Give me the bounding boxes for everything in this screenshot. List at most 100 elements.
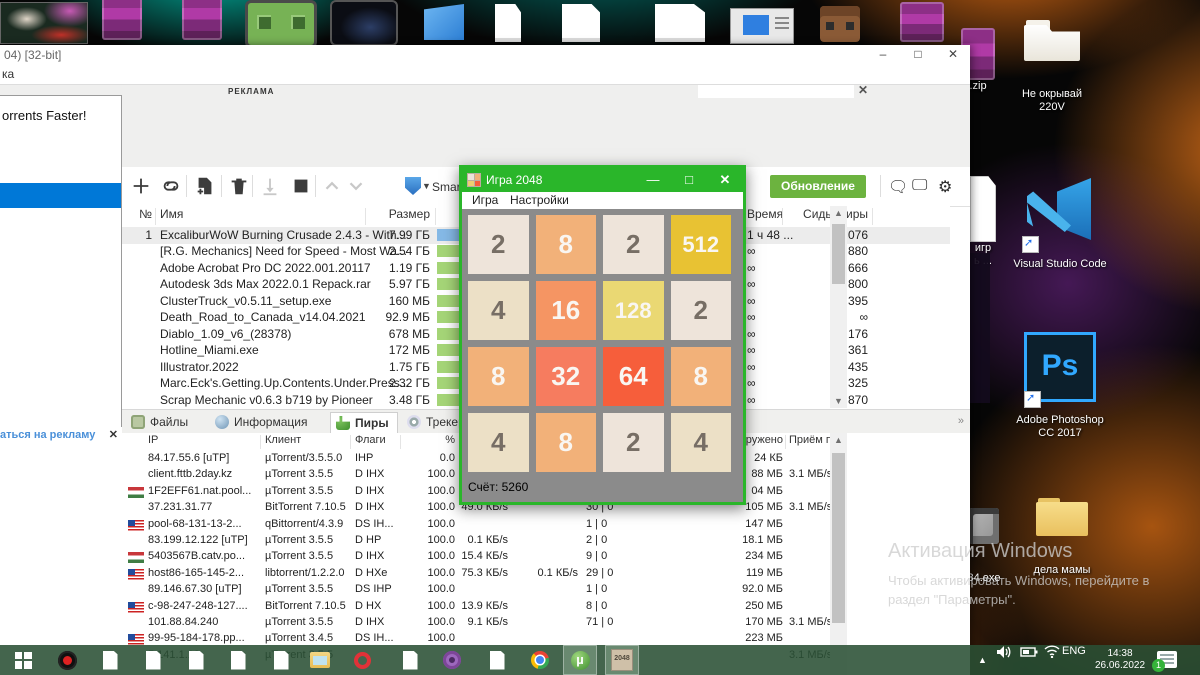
eve-dark-icon[interactable] (330, 0, 398, 46)
move-down-button[interactable] (345, 175, 369, 199)
minimize-icon[interactable]: — (635, 168, 671, 192)
column-header-flags[interactable]: Флаги (355, 434, 386, 446)
peer-row[interactable]: c-98-247-248-127....BitTorrent 7.10.5D H… (122, 599, 950, 615)
start-button[interactable] (259, 175, 283, 199)
minimize-icon[interactable]: – (866, 45, 900, 63)
taskbar-doc-button[interactable] (179, 645, 213, 675)
taskbar-chrome-button[interactable] (523, 645, 557, 675)
villager-icon[interactable] (820, 6, 860, 42)
menu-item-fragment[interactable]: ка (2, 67, 14, 81)
taskbar-tor-button[interactable] (435, 645, 469, 675)
chat-icon[interactable]: 🗨 (888, 177, 908, 197)
maximize-icon[interactable]: □ (671, 168, 707, 192)
taskbar-doc-button[interactable] (221, 645, 255, 675)
scroll-down-icon[interactable]: ▼ (830, 394, 847, 408)
desktop-icon-photoshop[interactable]: Ps Adobe Photoshop CC 2017 (1016, 332, 1104, 440)
game-board[interactable]: 28251241612828326484824 (462, 209, 737, 478)
taskbar-explorer-button[interactable] (303, 645, 337, 675)
battery-icon[interactable] (1020, 645, 1042, 663)
add-torrent-button[interactable] (130, 175, 154, 199)
close-icon[interactable]: ✕ (936, 45, 970, 63)
scrollbar-thumb[interactable] (832, 224, 845, 284)
desktop-icon-mom-folder[interactable]: дела мамы (1030, 498, 1094, 577)
chevron-down-icon[interactable]: ▼ (422, 181, 431, 191)
selected-item-bar[interactable] (0, 183, 121, 208)
tab-info[interactable]: Информация (210, 412, 315, 432)
peer-row[interactable]: 89.146.67.30 [uTP]µTorrent 3.5.5DS IHP10… (122, 582, 950, 598)
wifi-icon[interactable] (1044, 645, 1064, 663)
ad-close-icon[interactable]: ✕ (858, 83, 868, 97)
volume-icon[interactable] (996, 645, 1018, 664)
taskbar-doc-button[interactable] (93, 645, 127, 675)
peer-row[interactable]: host86-165-145-2...libtorrent/1.2.2.0D H… (122, 566, 950, 582)
desktop-icon-label: дела мамы (1030, 564, 1094, 577)
close-icon[interactable]: ✕ (707, 168, 743, 192)
desktop-icon-vscode[interactable]: Visual Studio Code (1012, 178, 1108, 271)
add-link-button[interactable] (160, 175, 184, 199)
ad-link[interactable]: аться на рекламу (0, 429, 95, 441)
utorrent-menu-bar[interactable]: ка (0, 63, 970, 84)
taskbar-start-button[interactable] (6, 645, 40, 675)
settings-window-icon[interactable] (730, 8, 794, 44)
menu-item-settings[interactable]: Настройки (510, 193, 569, 207)
create-torrent-button[interactable] (194, 175, 218, 199)
remove-button[interactable] (228, 175, 252, 199)
torrent-ratio: 3.880 (788, 244, 868, 258)
game-thumbnail-icon[interactable] (0, 2, 88, 44)
scroll-up-icon[interactable]: ▲ (830, 433, 847, 447)
column-header-client[interactable]: Клиент (265, 434, 301, 446)
update-button[interactable]: Обновление (770, 175, 866, 198)
column-header-ip[interactable]: IP (148, 434, 158, 446)
desktop-icon-folder-220v[interactable]: Не окрывай 220V (1014, 20, 1090, 114)
scroll-up-icon[interactable]: ▲ (830, 206, 847, 220)
archive-purple-1-icon[interactable] (102, 0, 142, 40)
display-blue-icon[interactable] (424, 4, 464, 40)
maximize-icon[interactable]: □ (901, 45, 935, 63)
torrent-list-scrollbar[interactable]: ▲ ▼ (830, 206, 847, 408)
tray-expand-icon[interactable]: ▲ (978, 645, 992, 675)
peer-row[interactable]: 83.199.12.122 [uTP]µTorrent 3.5.5D HP100… (122, 533, 950, 549)
torrent-ratio: 1.361 (788, 343, 868, 357)
ad-row-close-icon[interactable]: ✕ (109, 428, 118, 441)
doc-1-icon[interactable] (495, 4, 521, 42)
taskbar-doc-button[interactable] (136, 645, 170, 675)
taskbar-screen-recorder-button[interactable] (50, 645, 84, 675)
scrollbar-thumb[interactable] (832, 453, 845, 623)
peer-row[interactable]: pool-68-131-13-2...qBittorrent/4.3.9DS I… (122, 517, 950, 533)
tab-files[interactable]: Файлы (126, 412, 196, 432)
language-indicator[interactable]: ENG (1062, 645, 1090, 657)
taskbar-doc-button[interactable] (393, 645, 427, 675)
remote-devices-icon[interactable]: 🖵 (912, 177, 927, 195)
column-header-name[interactable]: Имя (160, 207, 183, 221)
doc-2-icon[interactable] (562, 4, 600, 42)
peers-scrollbar[interactable]: ▲ (830, 433, 847, 675)
peer-row[interactable]: 5403567B.catv.po...µTorrent 3.5.5D IHX10… (122, 549, 950, 565)
smart-shield-icon[interactable] (405, 177, 421, 195)
taskbar-clock[interactable]: 14:38 26.06.2022 (1090, 648, 1150, 672)
taskbar-doc-button[interactable] (264, 645, 298, 675)
stop-button[interactable] (290, 175, 314, 199)
creeper-icon[interactable] (245, 0, 317, 48)
column-header-ratio[interactable]: Сиды/Пиры (788, 207, 868, 221)
taskbar-utorrent-button[interactable]: µ (563, 645, 597, 675)
utorrent-title-bar[interactable]: 04) [32-bit] – □ ✕ (0, 45, 970, 63)
taskbar-doc-button[interactable] (480, 645, 514, 675)
column-header-percent[interactable]: % (405, 434, 455, 446)
doc-3-icon[interactable] (655, 4, 705, 42)
peer-row[interactable]: 101.88.84.240µTorrent 3.5.5D IHX100.09.1… (122, 615, 950, 631)
taskbar-opera-button[interactable] (345, 645, 379, 675)
archive-purple-2-icon[interactable] (182, 0, 222, 40)
tab-peers[interactable]: Пиры (330, 412, 398, 433)
menu-item-game[interactable]: Игра (472, 193, 498, 207)
game-title-bar[interactable]: Игра 2048 — □ ✕ (462, 168, 743, 192)
tab-overflow-icon[interactable]: » (958, 415, 964, 427)
desktop-icon-label: Adobe Photoshop CC 2017 (1016, 414, 1104, 440)
winrar-archive-icon[interactable] (900, 2, 944, 42)
taskbar-g2048-button[interactable]: 2048 (605, 645, 639, 675)
column-header-num[interactable]: № (130, 207, 152, 221)
ad-search-box[interactable] (698, 85, 854, 98)
move-up-button[interactable] (321, 175, 345, 199)
column-header-time[interactable]: Время (747, 207, 783, 221)
settings-gear-icon[interactable]: ⚙ (938, 177, 952, 197)
column-header-size[interactable]: Размер (370, 207, 430, 221)
